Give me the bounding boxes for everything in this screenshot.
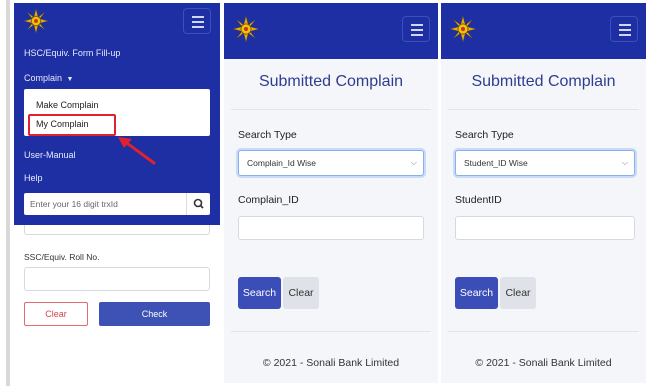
search-type-label: Search Type — [455, 129, 514, 141]
trxid-search-input[interactable] — [24, 193, 184, 215]
title-divider — [448, 109, 639, 110]
panel-mobile-menu: HSC/Equiv. Form Fill-up Complain ▼ Make … — [14, 3, 220, 383]
search-type-label: Search Type — [238, 129, 297, 141]
footer-copyright: © 2021 - Sonali Bank Limited — [262, 357, 400, 369]
title-divider — [231, 109, 431, 110]
clear-button[interactable]: Clear — [500, 277, 536, 309]
navbar — [224, 3, 438, 59]
trxid-search-group — [24, 193, 210, 215]
nav-complain-label: Complain — [24, 73, 63, 83]
complain-id-label: Complain_ID — [238, 194, 299, 206]
hamburger-icon[interactable] — [183, 8, 211, 34]
footer-divider — [231, 331, 431, 332]
sonali-bank-logo-icon[interactable] — [23, 8, 49, 34]
panel-student-id-search: Submitted Complain Search Type Student_I… — [441, 3, 646, 383]
search-type-select[interactable]: Student_ID Wise ⌵ — [455, 150, 635, 176]
clear-button[interactable]: Clear — [24, 302, 88, 326]
dropdown-item-make-complain[interactable]: Make Complain — [36, 100, 99, 110]
hamburger-icon[interactable] — [610, 16, 638, 42]
search-button[interactable]: Search — [238, 277, 281, 309]
sonali-bank-logo-icon[interactable] — [232, 15, 260, 43]
navbar — [441, 3, 646, 59]
magnifier-icon — [193, 198, 204, 209]
sonali-bank-logo-icon[interactable] — [449, 15, 477, 43]
red-arrow-icon — [118, 137, 156, 165]
student-id-label: StudentID — [455, 194, 502, 206]
nav-link-user-manual[interactable]: User-Manual — [24, 150, 76, 160]
footer-copyright: © 2021 - Sonali Bank Limited — [475, 357, 612, 369]
roll-no-input[interactable] — [24, 267, 210, 291]
nav-dropdown-complain[interactable]: Complain ▼ — [24, 73, 73, 83]
search-type-value: Complain_Id Wise — [247, 158, 316, 168]
page-title: Submitted Complain — [471, 73, 616, 90]
search-button[interactable]: Search — [455, 277, 498, 309]
page-title: Submitted Complain — [258, 73, 404, 90]
panel-complain-id-search: Submitted Complain Search Type Complain_… — [224, 3, 438, 383]
clear-button[interactable]: Clear — [283, 277, 319, 309]
chevron-down-icon: ⌵ — [410, 158, 417, 167]
roll-no-label: SSC/Equiv. Roll No. — [24, 252, 100, 262]
chevron-down-icon: ⌵ — [621, 158, 628, 167]
caret-down-icon: ▼ — [66, 76, 74, 83]
search-type-select[interactable]: Complain_Id Wise ⌵ — [238, 150, 424, 176]
hamburger-icon[interactable] — [402, 16, 430, 42]
search-button[interactable] — [186, 193, 210, 215]
search-type-value: Student_ID Wise — [464, 158, 528, 168]
check-button[interactable]: Check — [99, 302, 210, 326]
nav-link-help[interactable]: Help — [24, 173, 43, 183]
complain-id-input[interactable] — [238, 216, 424, 240]
nav-link-form-fillup[interactable]: HSC/Equiv. Form Fill-up — [24, 48, 120, 58]
footer-divider — [448, 331, 639, 332]
student-id-input[interactable] — [455, 216, 635, 240]
trxid-field-stub — [24, 225, 210, 235]
navbar-expanded: HSC/Equiv. Form Fill-up Complain ▼ Make … — [14, 3, 220, 225]
page-left-border — [6, 0, 10, 386]
highlight-box — [28, 114, 116, 136]
